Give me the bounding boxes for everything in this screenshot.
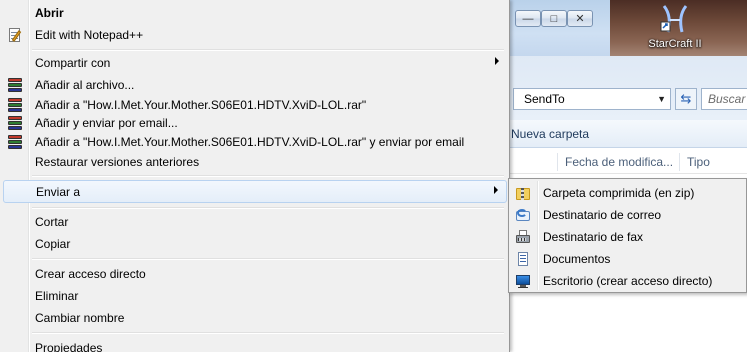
column-headers: Fecha de modifica... Tipo [505,150,747,174]
winrar-icon [7,77,23,93]
menu-item-label: Cambiar nombre [35,311,125,325]
chevron-down-icon[interactable]: ▼ [657,94,666,104]
column-separator[interactable] [679,153,680,171]
winrar-icon [7,134,23,150]
address-bar[interactable]: SendTo ▼ [513,88,671,110]
menu-item-label: Propiedades [35,341,103,352]
send-to-mail-recipient[interactable]: Destinatario de correo [511,204,744,226]
menu-item-add-to-archive[interactable]: Añadir al archivo... [3,74,507,96]
zip-folder-icon [515,185,531,201]
submenu-item-label: Destinatario de correo [543,208,662,222]
documents-icon [515,251,531,267]
winrar-icon [7,115,23,131]
fax-icon [515,229,531,245]
search-input[interactable]: Buscar [701,88,747,110]
explorer-titlebar: — □ ✕ [505,0,611,56]
menu-item-open[interactable]: Abrir [3,2,507,24]
menu-item-rename[interactable]: Cambiar nombre [3,307,507,329]
menu-item-label: Cortar [35,215,69,229]
desktop-shortcut-starcraft[interactable]: StarCraft II [640,2,710,56]
maximize-button[interactable]: □ [541,10,567,27]
submenu-item-label: Escritorio (crear acceso directo) [543,274,713,288]
menu-item-label: Edit with Notepad++ [35,28,144,42]
submenu-item-label: Carpeta comprimida (en zip) [543,186,695,200]
menu-item-label: Crear acceso directo [35,267,146,281]
desktop-shortcut-label: StarCraft II [648,38,702,50]
menu-item-label: Copiar [35,237,71,251]
menu-item-label: Enviar a [36,185,81,199]
submenu-arrow-icon [494,186,498,194]
menu-item-label: Abrir [35,6,64,20]
refresh-icon[interactable]: ⇆ [675,88,697,110]
address-text: SendTo [524,92,565,106]
desktop-icon [515,273,531,289]
column-header-date[interactable]: Fecha de modifica... [565,155,673,169]
mail-recipient-icon [515,207,531,223]
menu-item-label: Añadir a "How.I.Met.Your.Mother.S06E01.H… [35,98,367,112]
menu-item-label: Añadir y enviar por email... [35,116,178,130]
menu-separator [32,49,504,51]
send-to-compressed-folder[interactable]: Carpeta comprimida (en zip) [511,182,744,204]
address-bar-area: SendTo ▼ ⇆ Buscar [505,56,747,120]
menu-item-send-to[interactable]: Enviar a [3,180,507,203]
context-menu: Abrir Edit with Notepad++ Compartir con … [0,0,510,352]
menu-item-cut[interactable]: Cortar [3,211,507,233]
send-to-desktop-shortcut[interactable]: Escritorio (crear acceso directo) [511,270,744,292]
menu-item-share-with[interactable]: Compartir con [3,52,507,74]
menu-item-delete[interactable]: Eliminar [3,285,507,307]
menu-separator [32,207,504,209]
new-folder-button[interactable]: Nueva carpeta [511,127,589,141]
command-bar: Nueva carpeta [505,120,747,148]
send-to-submenu: Carpeta comprimida (en zip) Destinatario… [508,178,747,293]
submenu-arrow-icon [495,57,499,65]
send-to-documents[interactable]: Documentos [511,248,744,270]
notepad-icon [7,27,23,43]
menu-separator [32,332,504,334]
minimize-button[interactable]: — [515,10,541,27]
menu-separator [32,258,504,260]
close-button[interactable]: ✕ [567,10,593,27]
column-separator[interactable] [557,153,558,171]
menu-separator [32,175,504,177]
menu-item-properties[interactable]: Propiedades [3,337,507,352]
submenu-item-label: Destinatario de fax [543,230,644,244]
submenu-item-label: Documentos [543,252,611,266]
starcraft-icon [658,2,692,36]
menu-item-label: Compartir con [35,56,111,70]
menu-item-label: Añadir al archivo... [35,78,135,92]
column-header-type[interactable]: Tipo [687,155,710,169]
menu-item-label: Eliminar [35,289,79,303]
menu-item-restore-previous-versions[interactable]: Restaurar versiones anteriores [3,151,507,173]
winrar-icon [7,97,23,113]
menu-item-copy[interactable]: Copiar [3,233,507,255]
menu-item-edit-notepadpp[interactable]: Edit with Notepad++ [3,24,507,46]
menu-item-label: Añadir a "How.I.Met.Your.Mother.S06E01.H… [35,135,465,149]
menu-item-label: Restaurar versiones anteriores [35,155,200,169]
send-to-fax-recipient[interactable]: Destinatario de fax [511,226,744,248]
menu-item-add-to-rar-and-email[interactable]: Añadir a "How.I.Met.Your.Mother.S06E01.H… [3,131,507,153]
menu-item-create-shortcut[interactable]: Crear acceso directo [3,263,507,285]
